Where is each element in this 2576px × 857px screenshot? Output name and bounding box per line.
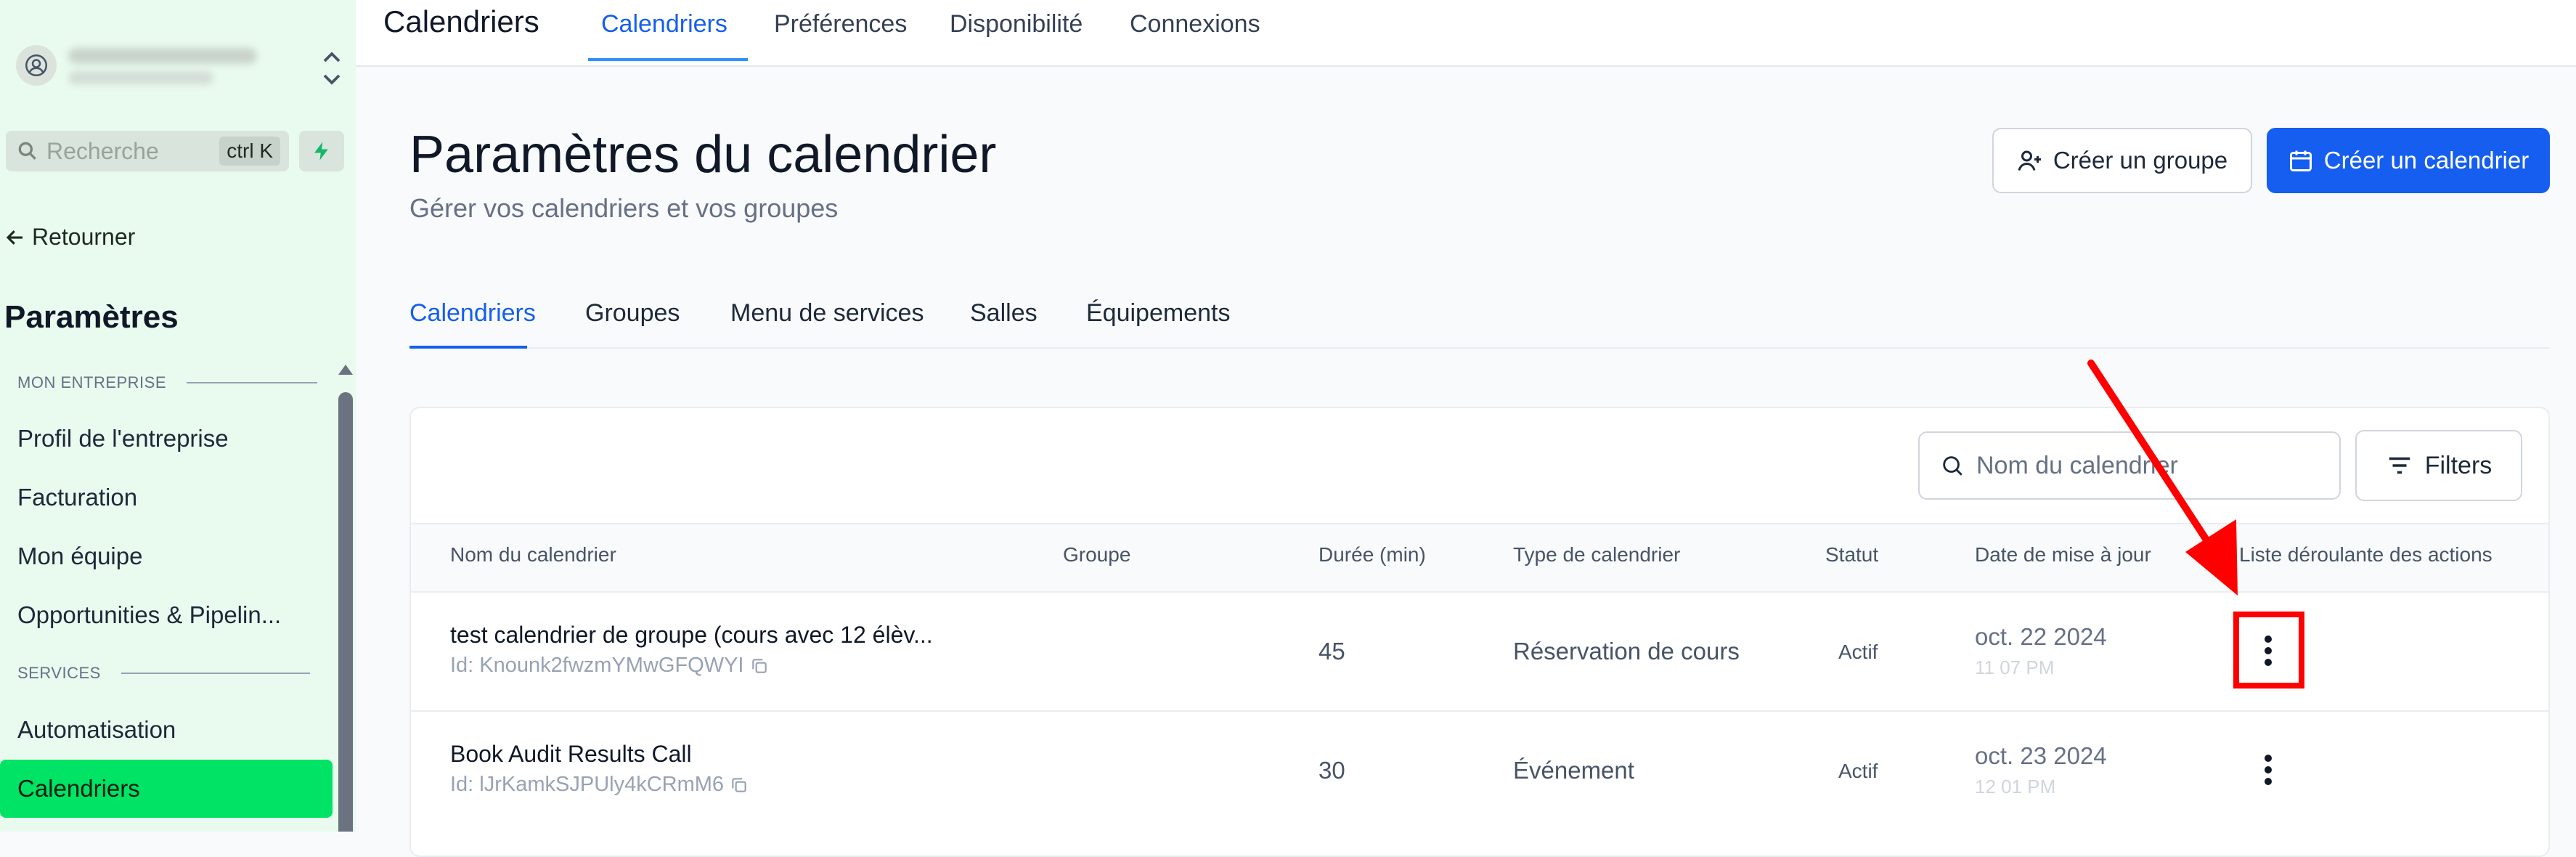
create-calendar-label: Créer un calendrier bbox=[2323, 147, 2530, 174]
search-shortcut: ctrl K bbox=[219, 137, 280, 166]
subtab-equipements[interactable]: Équipements bbox=[1086, 299, 1230, 328]
tab-calendriers[interactable]: Calendriers bbox=[601, 10, 727, 38]
row2-type: Événement bbox=[1513, 757, 1634, 784]
search-icon bbox=[1943, 456, 1962, 476]
calendar-icon bbox=[2289, 150, 2312, 171]
row2-calendar-name[interactable]: Book Audit Results Call bbox=[450, 741, 692, 768]
user-plus-icon bbox=[2018, 150, 2041, 171]
subtab-groupes[interactable]: Groupes bbox=[585, 299, 680, 328]
subtab-salles[interactable]: Salles bbox=[970, 299, 1038, 328]
account-email-blurred bbox=[68, 71, 213, 84]
column-header-type[interactable]: Type de calendrier bbox=[1513, 543, 1680, 566]
row2-time: 12 01 PM bbox=[1975, 776, 2056, 797]
section-label-mon-entreprise: MON ENTREPRISE bbox=[17, 373, 318, 392]
tab-preferences[interactable]: Préférences bbox=[774, 10, 907, 38]
row1-date: oct. 22 2024 bbox=[1975, 623, 2107, 650]
row1-type: Réservation de cours bbox=[1513, 638, 1740, 665]
row-divider bbox=[411, 710, 2548, 712]
back-label: Retourner bbox=[32, 224, 136, 250]
bolt-icon bbox=[314, 142, 328, 161]
sidebar-item-profil-entreprise[interactable]: Profil de l'entreprise bbox=[0, 410, 333, 468]
sidebar-scrollbar[interactable] bbox=[338, 392, 353, 832]
chevrons-updown-icon[interactable] bbox=[321, 48, 343, 89]
page-title: Paramètres du calendrier bbox=[409, 126, 997, 184]
sidebar-item-calendriers[interactable]: Calendriers bbox=[0, 760, 333, 818]
scroll-up-arrow[interactable] bbox=[338, 365, 353, 375]
row2-date: oct. 23 2024 bbox=[1975, 742, 2107, 769]
sidebar-item-facturation[interactable]: Facturation bbox=[0, 468, 333, 527]
sidebar-search[interactable]: Recherche ctrl K bbox=[6, 131, 289, 171]
account-switcher[interactable] bbox=[16, 45, 341, 93]
filters-button[interactable]: Filters bbox=[2355, 430, 2522, 501]
subtab-calendriers[interactable]: Calendriers bbox=[409, 299, 536, 328]
sidebar-title: Paramètres bbox=[4, 299, 179, 335]
user-icon bbox=[16, 45, 57, 86]
sidebar-item-automatisation[interactable]: Automatisation bbox=[0, 701, 333, 759]
annotation-highlight-box bbox=[2233, 612, 2304, 689]
arrow-left-icon bbox=[6, 230, 23, 245]
row2-status: Actif bbox=[1838, 760, 1878, 782]
column-header-group[interactable]: Groupe bbox=[1063, 543, 1130, 566]
create-calendar-button[interactable]: Créer un calendrier bbox=[2267, 128, 2550, 193]
row1-time: 11 07 PM bbox=[1975, 657, 2055, 678]
row1-status: Actif bbox=[1838, 641, 1878, 663]
subtabs-divider bbox=[409, 347, 2550, 349]
column-header-actions: Liste déroulante des actions bbox=[2239, 543, 2493, 566]
active-subtab-indicator bbox=[409, 346, 527, 349]
copy-icon[interactable] bbox=[730, 776, 749, 795]
search-placeholder: Recherche bbox=[46, 137, 159, 164]
column-header-status[interactable]: Statut bbox=[1825, 543, 1878, 566]
column-header-name[interactable]: Nom du calendrier bbox=[450, 543, 616, 566]
search-icon bbox=[18, 142, 36, 160]
row1-duration: 45 bbox=[1318, 638, 1345, 665]
top-title: Calendriers bbox=[383, 4, 539, 38]
tab-connexions[interactable]: Connexions bbox=[1130, 10, 1260, 38]
copy-icon[interactable] bbox=[750, 657, 769, 675]
subtab-menu-de-services[interactable]: Menu de services bbox=[730, 299, 924, 328]
filter-icon bbox=[2389, 457, 2410, 474]
row2-duration: 30 bbox=[1318, 757, 1345, 784]
top-navigation: Calendriers Calendriers Préférences Disp… bbox=[356, 0, 2576, 67]
row2-actions-kebab-icon[interactable] bbox=[2246, 741, 2290, 799]
sidebar-item-opportunities[interactable]: Opportunities & Pipelin... bbox=[0, 586, 333, 644]
section-label-services: SERVICES bbox=[17, 664, 310, 683]
back-link[interactable]: Retourner bbox=[4, 224, 135, 251]
sidebar: Recherche ctrl K Retourner Paramètres MO… bbox=[0, 0, 356, 832]
create-group-button[interactable]: Créer un groupe bbox=[1992, 128, 2252, 193]
sidebar-item-mon-equipe[interactable]: Mon équipe bbox=[0, 527, 333, 585]
column-header-duration[interactable]: Durée (min) bbox=[1318, 543, 1426, 566]
quick-actions-button[interactable] bbox=[299, 131, 344, 171]
tab-disponibilite[interactable]: Disponibilité bbox=[950, 10, 1083, 38]
account-name-blurred bbox=[68, 48, 257, 64]
row2-calendar-id: Id: lJrKamkSJPUly4kCRmM6 bbox=[450, 773, 749, 797]
row1-calendar-name[interactable]: test calendrier de groupe (cours avec 12… bbox=[450, 622, 933, 649]
page-subtitle: Gérer vos calendriers et vos groupes bbox=[409, 193, 839, 223]
create-group-label: Créer un groupe bbox=[2053, 147, 2228, 174]
filters-label: Filters bbox=[2424, 451, 2493, 479]
active-tab-indicator bbox=[588, 58, 748, 61]
row1-calendar-id: Id: Knounk2fwzmYMwGFQWYI bbox=[450, 654, 769, 678]
annotation-arrow-icon bbox=[2087, 360, 2238, 596]
